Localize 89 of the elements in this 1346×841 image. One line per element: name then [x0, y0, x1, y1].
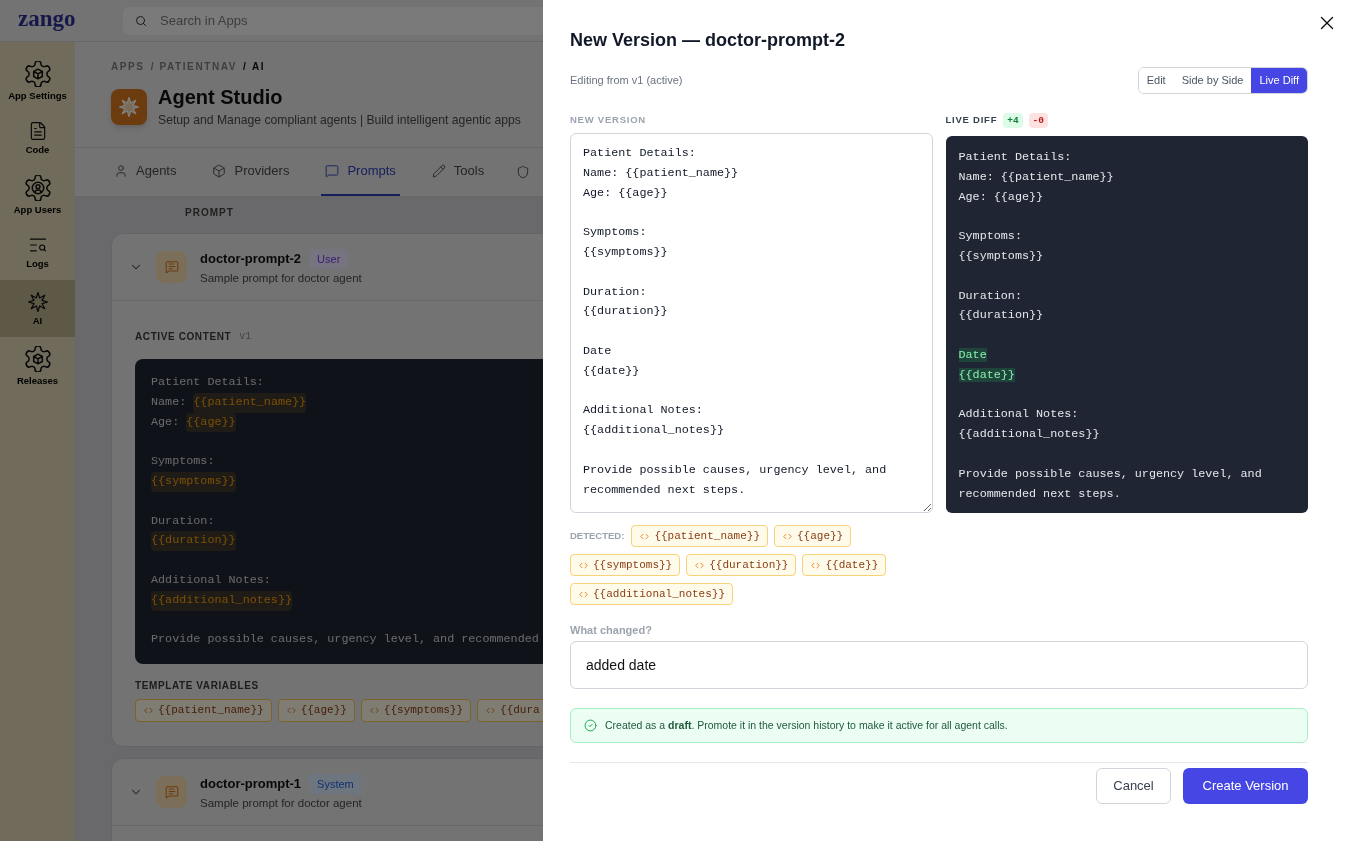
field-label: What changed?	[570, 623, 653, 637]
variable-name: {{symptoms}}	[383, 703, 464, 719]
code-icon	[144, 706, 153, 716]
gear-cube-icon	[24, 60, 51, 87]
prompt-name[interactable]: doctor-prompt-1	[200, 773, 302, 794]
code-text: Patient Details:	[151, 374, 264, 391]
page-tab[interactable]: Agents	[110, 148, 181, 196]
diff-line: Duration:	[958, 288, 1022, 303]
sidebar-item[interactable]: App Settings	[0, 52, 75, 109]
page-title: Agent Studio	[158, 85, 284, 109]
view-mode-tab[interactable]: Live Diff	[1251, 68, 1307, 93]
person-icon	[114, 164, 128, 178]
role-tag: User	[309, 248, 349, 269]
page-subtitle: Setup and Manage compliant agents | Build intelligent agentic apps	[158, 112, 521, 129]
variable-name: {{symptoms}}	[593, 557, 673, 573]
section-label: ACTIVE CONTENT	[135, 329, 232, 344]
change-note-input[interactable]: added date	[570, 641, 1308, 689]
code-text: Symptoms:	[151, 453, 215, 471]
prompt-name[interactable]: doctor-prompt-2	[200, 248, 302, 269]
code-text: Age:	[151, 413, 180, 431]
code-icon	[286, 706, 296, 716]
diff-line: {{duration}}	[958, 308, 1044, 323]
column-header: PROMPT	[185, 207, 234, 218]
diff-line: Patient Details:	[958, 150, 1072, 164]
variable-name: {{patient_name}}	[654, 528, 760, 544]
diff-line: {{symptoms}}	[958, 249, 1044, 263]
app-logo[interactable]: zango	[0, 5, 123, 32]
diff-line: Additional Notes:	[958, 407, 1079, 422]
code-text: Name:	[151, 393, 187, 411]
search-icon	[135, 14, 147, 27]
sparkle-icon	[111, 89, 147, 125]
variable-name: {{date}}	[825, 557, 879, 573]
variable-name: {{duration}}	[709, 557, 789, 573]
code-icon	[486, 706, 496, 716]
code-icon	[579, 589, 588, 599]
diff-line: Provide possible causes, urgency level, and recommended next steps.	[958, 466, 1262, 501]
diff-line: {{additional_notes}}	[958, 427, 1100, 442]
detected-label: DETECTED:	[570, 528, 625, 543]
prompt-description: Sample prompt for doctor agent	[200, 795, 362, 811]
page-tab[interactable]: Providers	[208, 148, 294, 196]
diff-line: Age: {{age}}	[958, 189, 1044, 204]
cube-icon	[212, 164, 227, 178]
sparkle-icon	[27, 291, 48, 312]
variable-name: {{dura	[500, 703, 540, 719]
section-label: TEMPLATE VARIABLES	[135, 678, 259, 693]
role-tag: System	[309, 773, 362, 794]
notice-text: Created as a draft. Promote it in the version history to make it active for all agent calls.	[605, 717, 1008, 733]
cancel-button[interactable]: Cancel	[1096, 768, 1171, 804]
sidebar-item[interactable]: Logs	[0, 223, 75, 280]
code-icon	[640, 531, 650, 541]
removed-count: -0	[1028, 112, 1048, 128]
sidebar-item[interactable]: Releases	[0, 337, 75, 394]
create-button[interactable]: Create Version	[1183, 768, 1308, 804]
variable-name: {{additional_notes}}	[593, 586, 726, 602]
gear-cube-icon	[24, 345, 51, 372]
chat-icon	[156, 776, 187, 809]
editor-label: NEW VERSION	[570, 112, 646, 127]
prompt-editor[interactable]: Patient Details: Name: {{patient_name}} Age: {{age}} Symptoms: {{symptoms}} Duration: {{duration}} Date {{date}} Additional Notes: {{additional_notes}} Provide possible causes, urgency level, and recommended next steps.	[570, 133, 933, 513]
page-tab[interactable]: Tools	[427, 148, 489, 196]
added-count: +4	[1003, 112, 1023, 128]
breadcrumb-link[interactable]: AI	[251, 60, 266, 74]
code-icon	[579, 560, 588, 570]
check-circle-icon	[584, 719, 597, 732]
variable-name: {{age}}	[797, 528, 844, 544]
variable-name: {{patient_name}}	[158, 703, 264, 719]
code-icon	[695, 560, 705, 570]
breadcrumb-separator: /	[149, 60, 155, 74]
code-text: Duration:	[151, 512, 215, 530]
code-icon	[783, 531, 792, 541]
breadcrumb-separator: /	[242, 60, 247, 74]
diff-line: Name: {{patient_name}}	[958, 169, 1114, 184]
chat-icon	[325, 164, 340, 178]
gear-user-icon	[24, 174, 51, 201]
variable-name: {{age}}	[300, 703, 347, 719]
shield-icon[interactable]	[516, 165, 531, 179]
diff-label: LIVE DIFF	[945, 112, 998, 127]
sidebar-item[interactable]: AI	[0, 280, 75, 337]
code-text: Provide possible causes, urgency level, and recommended	[151, 631, 539, 649]
code-icon	[811, 560, 821, 570]
code-text: Additional Notes:	[151, 571, 271, 589]
sidebar-item[interactable]: Code	[0, 109, 75, 166]
prompt-description: Sample prompt for doctor agent	[200, 270, 362, 286]
chat-icon	[156, 251, 187, 283]
dialog-subtitle: Editing from v1 (active)	[570, 73, 683, 89]
code-icon	[369, 706, 379, 716]
page-tab[interactable]: Prompts	[321, 148, 400, 196]
sidebar-item[interactable]: App Users	[0, 166, 75, 223]
pencil-icon	[431, 164, 446, 178]
diff-line: Symptoms:	[958, 229, 1022, 244]
